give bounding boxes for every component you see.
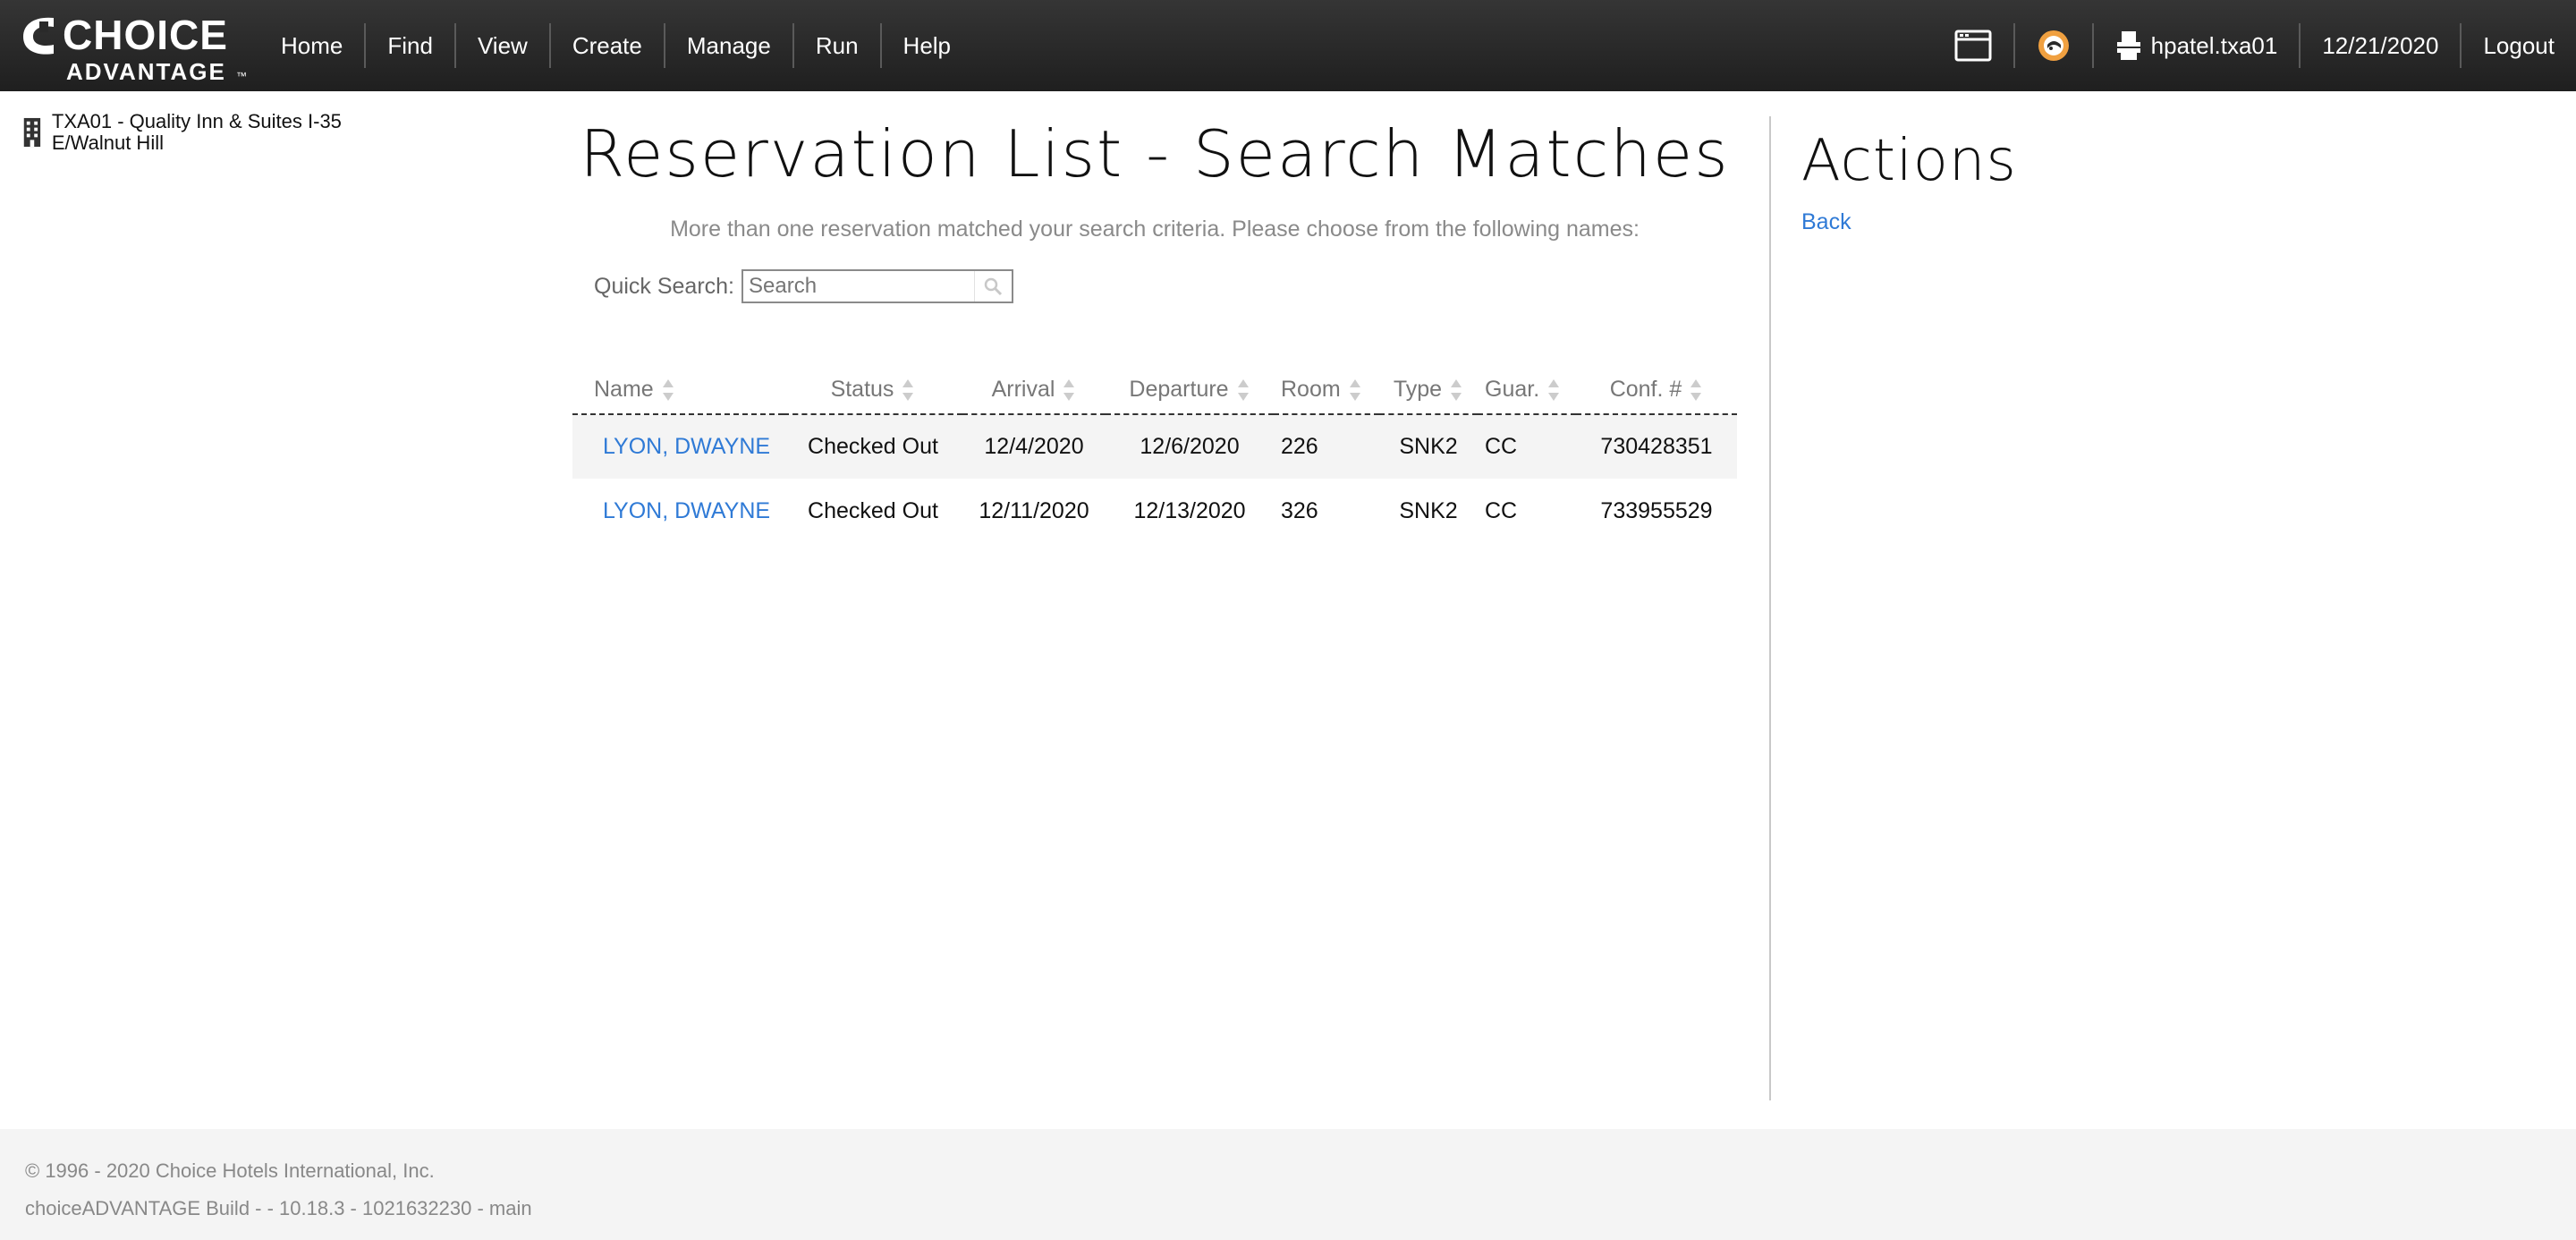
cell-guarantee: CC (1478, 414, 1576, 479)
search-button[interactable] (974, 271, 1010, 302)
search-icon (984, 277, 1002, 296)
footer-build: choiceADVANTAGE Build - - 10.18.3 - 1021… (25, 1197, 532, 1219)
page-subtitle: More than one reservation matched your s… (670, 217, 1640, 242)
logo-line2: ADVANTAGE (66, 58, 226, 85)
cell-status: Checked Out (808, 497, 938, 523)
building-icon (23, 117, 41, 148)
choice-logo-mark-icon (23, 17, 54, 55)
column-label: Guar. (1485, 377, 1540, 402)
column-label: Name (594, 377, 654, 402)
logout-button[interactable]: Logout (2460, 23, 2576, 68)
main-content: Reservation List - Search Matches More t… (572, 116, 1737, 543)
actions-title: Actions (1801, 128, 2017, 194)
column-header-arrival[interactable]: Arrival (962, 366, 1106, 415)
column-label: Departure (1129, 377, 1229, 402)
cell-guarantee: CC (1485, 497, 1518, 523)
business-date: 12/21/2020 (2299, 23, 2460, 68)
nav-view[interactable]: View (456, 23, 551, 68)
main-nav: Home Find View Create Manage Run Help (259, 0, 972, 91)
footer: © 1996 - 2020 Choice Hotels Internationa… (0, 1129, 2576, 1240)
sort-icon (1548, 378, 1560, 401)
column-header-confirmation[interactable]: Conf. # (1576, 366, 1737, 415)
user-menu[interactable]: hpatel.txa01 (2091, 23, 2300, 68)
sort-icon (662, 378, 674, 401)
quick-search: Quick Search: (594, 269, 1737, 303)
cell-confirmation: 730428351 (1576, 414, 1737, 479)
sort-icon (1690, 378, 1702, 401)
window-icon (1954, 30, 1992, 62)
cell-room: 226 (1274, 414, 1379, 479)
cell-arrival: 12/4/2020 (962, 414, 1106, 479)
header-tools: hpatel.txa01 12/21/2020 Logout (1933, 0, 2576, 91)
sort-icon (1451, 378, 1462, 401)
footer-copyright: © 1996 - 2020 Choice Hotels Internationa… (25, 1159, 435, 1182)
username: hpatel.txa01 (2150, 31, 2278, 59)
cell-room: 326 (1281, 497, 1318, 523)
table-row[interactable]: LYON, DWAYNE Checked Out 12/11/2020 12/1… (572, 479, 1737, 543)
actions-panel: Actions Back (1801, 125, 2017, 235)
logo-line1: CHOICE (63, 12, 228, 58)
sort-icon (1237, 378, 1249, 401)
column-label: Type (1393, 377, 1443, 402)
window-button[interactable] (1933, 23, 2013, 68)
cell-name: LYON, DWAYNE (572, 479, 784, 543)
logo-trademark: ™ (236, 70, 247, 82)
column-label: Room (1281, 377, 1341, 402)
column-label: Arrival (991, 377, 1055, 402)
guest-name-link[interactable]: LYON, DWAYNE (603, 498, 770, 523)
reservation-table: Name Status Arrival Departure Room Type … (572, 366, 1737, 543)
quick-search-box (741, 269, 1014, 303)
column-header-type[interactable]: Type (1379, 366, 1478, 415)
cell-status: Checked Out (784, 414, 962, 479)
printer-user-icon (2116, 31, 2140, 60)
nav-find[interactable]: Find (366, 23, 456, 68)
table-row[interactable]: LYON, DWAYNE Checked Out 12/4/2020 12/6/… (572, 414, 1737, 479)
cell-type: SNK2 (1399, 497, 1458, 523)
column-header-name[interactable]: Name (572, 366, 784, 415)
column-label: Conf. # (1609, 377, 1682, 402)
sort-icon (902, 378, 914, 401)
nav-help[interactable]: Help (882, 23, 972, 68)
column-label: Status (830, 377, 894, 402)
nav-run[interactable]: Run (794, 23, 882, 68)
sort-icon (1063, 378, 1075, 401)
top-navigation-bar: CHOICE ADVANTAGE ™ Home Find View Create… (0, 0, 2576, 91)
nav-manage[interactable]: Manage (665, 23, 794, 68)
vertical-divider (1769, 116, 1771, 1100)
column-header-room[interactable]: Room (1274, 366, 1379, 415)
cell-confirmation: 733955529 (1600, 497, 1713, 523)
quick-search-label: Quick Search: (594, 273, 735, 299)
hotel-name: TXA01 - Quality Inn & Suites I-35 E/Waln… (51, 110, 342, 154)
cell-departure: 12/6/2020 (1106, 414, 1274, 479)
sort-icon (1349, 378, 1360, 401)
column-header-guarantee[interactable]: Guar. (1478, 366, 1576, 415)
cell-arrival: 12/11/2020 (979, 497, 1089, 523)
table-header-row: Name Status Arrival Departure Room Type … (572, 366, 1737, 415)
cell-departure: 12/13/2020 (1133, 497, 1246, 523)
chat-support-button[interactable] (2012, 23, 2092, 68)
choice-advantage-logo[interactable]: CHOICE ADVANTAGE ™ (18, 11, 247, 85)
chat-support-icon (2038, 30, 2069, 61)
quick-search-input[interactable] (743, 271, 975, 302)
back-link[interactable]: Back (1801, 209, 2017, 235)
nav-create[interactable]: Create (551, 23, 665, 68)
cell-name: LYON, DWAYNE (572, 414, 784, 479)
column-header-status[interactable]: Status (784, 366, 962, 415)
page-title: Reservation List - Search Matches (580, 116, 1730, 191)
column-header-departure[interactable]: Departure (1106, 366, 1274, 415)
hotel-label: TXA01 - Quality Inn & Suites I-35 E/Waln… (23, 111, 363, 154)
guest-name-link[interactable]: LYON, DWAYNE (603, 434, 770, 459)
cell-type: SNK2 (1379, 414, 1478, 479)
nav-home[interactable]: Home (259, 23, 367, 68)
